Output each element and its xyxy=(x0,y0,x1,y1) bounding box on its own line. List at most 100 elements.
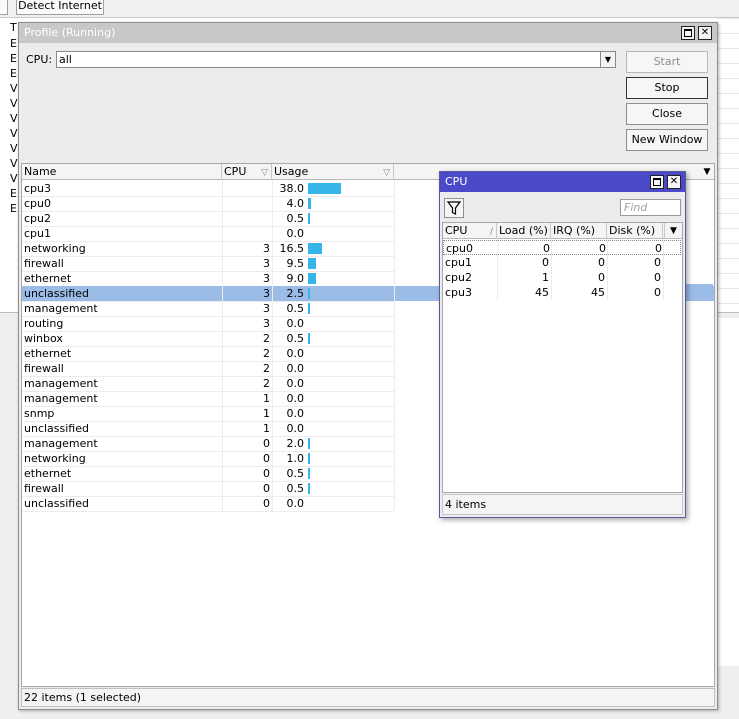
row-cpu: 2 xyxy=(263,377,270,390)
cpu-row-irq: 45 xyxy=(591,286,605,299)
stop-button[interactable]: Stop xyxy=(626,77,708,99)
background-row-letter: V xyxy=(10,172,18,185)
column-header-usage[interactable]: Usage ▽ xyxy=(272,164,394,180)
row-name: winbox xyxy=(24,332,63,345)
close-window-button[interactable]: ✕ xyxy=(698,26,712,40)
close-icon: ✕ xyxy=(700,27,710,38)
cpu-table-row[interactable]: cpu1 0 0 0 xyxy=(443,255,681,270)
row-cpu: 3 xyxy=(263,272,270,285)
column-header-irq[interactable]: IRQ (%) xyxy=(551,223,607,239)
cpu-select[interactable]: all ▼ xyxy=(56,51,616,68)
maximize-button[interactable] xyxy=(681,26,695,40)
background-row-letter: E xyxy=(10,37,17,50)
column-divider xyxy=(222,180,223,511)
background-toolbar-button[interactable] xyxy=(0,0,8,15)
column-header-disk[interactable]: Disk (%) xyxy=(607,223,663,239)
column-menu-button[interactable]: ▼ xyxy=(698,164,714,180)
row-usage: 0.5 xyxy=(286,332,305,345)
row-usage: 4.0 xyxy=(286,197,305,210)
background-grid-line xyxy=(716,123,739,124)
triangle-down-icon[interactable]: ▼ xyxy=(600,51,616,68)
column-header-load[interactable]: Load (%) xyxy=(497,223,551,239)
column-header-name[interactable]: Name xyxy=(22,164,222,180)
background-row-letter: V xyxy=(10,127,18,140)
row-cpu: 1 xyxy=(263,392,270,405)
cpu-table-row[interactable]: cpu0 0 0 0 xyxy=(443,240,681,255)
column-menu-button[interactable]: ▼ xyxy=(664,223,682,239)
background-grid-line xyxy=(716,48,739,49)
row-cpu: 1 xyxy=(263,407,270,420)
cpu-row-load: 0 xyxy=(543,242,550,255)
column-divider xyxy=(663,239,664,300)
row-name: cpu1 xyxy=(24,227,52,240)
cpu-table-row[interactable]: cpu3 45 45 0 xyxy=(443,285,681,300)
column-header-disk-label: Disk (%) xyxy=(609,224,656,237)
cpu-table-row[interactable]: cpu2 1 0 0 xyxy=(443,270,681,285)
column-divider xyxy=(394,180,395,511)
cpu-maximize-button[interactable] xyxy=(650,175,664,189)
row-name: firewall xyxy=(24,257,64,270)
usage-bar xyxy=(308,468,310,479)
column-header-cpu[interactable]: CPU / xyxy=(443,223,497,239)
row-usage: 0.5 xyxy=(286,482,305,495)
row-cpu: 2 xyxy=(263,347,270,360)
background-row-letter: T xyxy=(10,21,17,34)
background-grid-line xyxy=(716,183,739,184)
cpu-table[interactable]: CPU / Load (%) IRQ (%) Disk (%) ▼ cpu0 0 0… xyxy=(442,222,683,493)
row-cpu: 0 xyxy=(263,482,270,495)
detect-internet-button[interactable]: Detect Internet xyxy=(16,0,104,15)
background-row-letter: E xyxy=(10,202,17,215)
cpu-select-value: all xyxy=(59,53,72,66)
row-cpu: 3 xyxy=(263,302,270,315)
column-header-load-label: Load (%) xyxy=(499,224,548,237)
selected-row-extension xyxy=(686,284,713,297)
row-name: routing xyxy=(24,317,64,330)
cpu-row-name: cpu0 xyxy=(446,242,474,255)
row-cpu: 0 xyxy=(263,437,270,450)
row-usage: 0.0 xyxy=(286,407,305,420)
background-grid-line xyxy=(716,213,739,214)
row-usage: 38.0 xyxy=(279,182,305,195)
new-window-button[interactable]: New Window xyxy=(626,129,708,151)
row-name: management xyxy=(24,302,98,315)
close-button[interactable]: Close xyxy=(626,103,708,125)
background-grid-line xyxy=(716,258,739,259)
row-name: cpu3 xyxy=(24,182,52,195)
column-header-cpu[interactable]: CPU ▽ xyxy=(222,164,272,180)
sort-icon: ▽ xyxy=(383,168,390,178)
row-divider xyxy=(22,511,394,512)
background-row-letter: E xyxy=(10,52,17,65)
column-header-cpu-label: CPU xyxy=(445,224,468,237)
usage-bar xyxy=(308,183,341,194)
background-toolbar: Detect Internet xyxy=(0,0,739,18)
usage-bar xyxy=(308,198,311,209)
column-header-usage-label: Usage xyxy=(274,165,309,178)
row-cpu: 0 xyxy=(263,467,270,480)
triangle-down-icon: ▼ xyxy=(670,226,677,236)
background-grid-line xyxy=(716,78,739,79)
usage-bar xyxy=(308,258,316,269)
cpu-row-irq: 0 xyxy=(598,271,605,284)
column-header-name-label: Name xyxy=(24,165,57,178)
row-cpu: 3 xyxy=(263,287,270,300)
start-button[interactable]: Start xyxy=(626,51,708,73)
profile-titlebar[interactable]: Profile (Running) ✕ xyxy=(19,23,717,43)
row-name: management xyxy=(24,392,98,405)
cpu-row-name: cpu2 xyxy=(445,271,473,284)
cpu-window-titlebar[interactable]: CPU ✕ xyxy=(440,172,685,192)
background-row-letter: V xyxy=(10,97,18,110)
background-grid-line xyxy=(716,243,739,244)
cpu-close-button[interactable]: ✕ xyxy=(667,175,681,189)
background-grid-line xyxy=(716,228,739,229)
background-grid-line xyxy=(716,288,739,289)
usage-bar xyxy=(308,453,310,464)
find-input[interactable]: Find xyxy=(620,199,681,216)
row-name: cpu0 xyxy=(24,197,52,210)
background-row-letter: V xyxy=(10,112,18,125)
row-usage: 1.0 xyxy=(286,452,305,465)
row-name: unclassified xyxy=(24,497,89,510)
row-name: ethernet xyxy=(24,347,72,360)
row-usage: 0.0 xyxy=(286,422,305,435)
usage-bar xyxy=(308,438,310,449)
filter-button[interactable] xyxy=(444,198,464,218)
